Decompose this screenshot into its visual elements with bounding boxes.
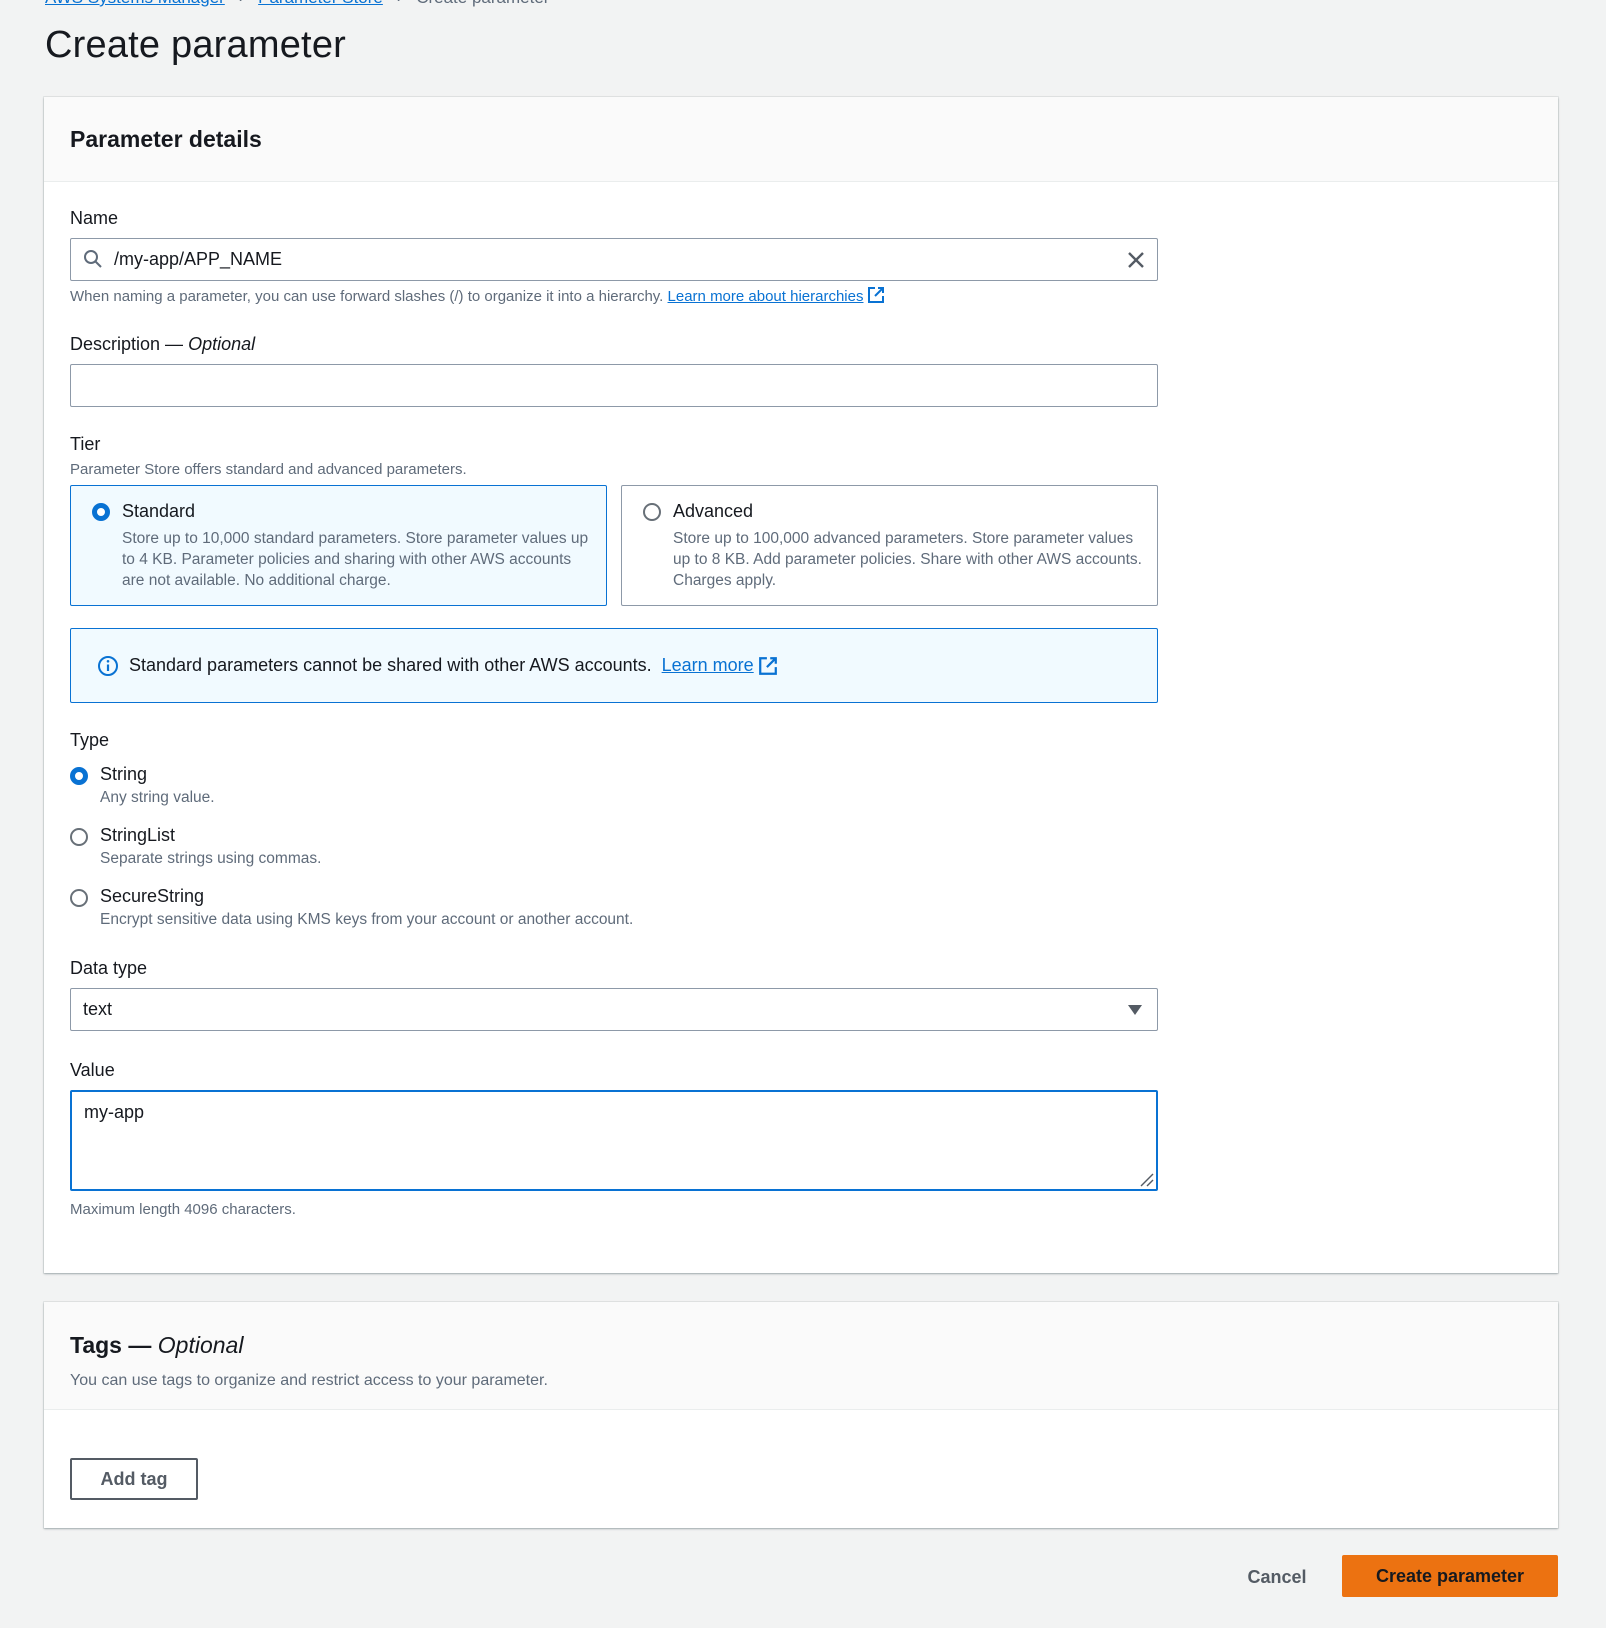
tags-optional-text: Optional (157, 1332, 244, 1358)
info-icon (98, 655, 118, 676)
cancel-button[interactable]: Cancel (1232, 1556, 1322, 1598)
type-label: Type (70, 730, 110, 750)
name-hint: When naming a parameter, you can use for… (70, 286, 885, 305)
type-securestring-desc: Encrypt sensitive data using KMS keys fr… (100, 911, 634, 928)
name-input[interactable]: /my-app/APP_NAME (70, 238, 1158, 281)
tier-tile-advanced[interactable]: Advanced Store up to 100,000 advanced pa… (621, 485, 1158, 606)
tier-advanced-title: Advanced (673, 501, 754, 521)
breadcrumb: AWS Systems Manager › Parameter Store › … (45, 0, 549, 8)
external-link-icon (758, 656, 777, 675)
radio-securestring[interactable] (70, 889, 88, 907)
tags-title-text: Tags (70, 1332, 122, 1358)
add-tag-button[interactable]: Add tag (70, 1458, 198, 1500)
tags-panel-header: Tags — Optional You can use tags to orga… (44, 1302, 1558, 1410)
type-stringlist-label: StringList (100, 825, 176, 845)
type-string-label: String (100, 764, 148, 784)
radio-advanced[interactable] (643, 503, 661, 521)
radio-stringlist[interactable] (70, 828, 88, 846)
description-label-text: Description (70, 334, 161, 354)
panel-header: Parameter details (44, 97, 1558, 182)
chevron-right-icon: › (397, 0, 402, 7)
learn-more-hierarchies-link[interactable]: Learn more about hierarchies (668, 288, 864, 305)
tier-tiles: Standard Store up to 10,000 standard par… (70, 485, 1158, 606)
description-label: Description — Optional (70, 334, 256, 354)
radio-string[interactable] (70, 767, 88, 785)
search-icon (84, 250, 102, 268)
data-type-select[interactable]: text (70, 988, 1158, 1031)
info-alert-text: Standard parameters cannot be shared wit… (129, 655, 652, 675)
tags-title: Tags — Optional (70, 1332, 244, 1358)
value-label: Value (70, 1060, 115, 1080)
tier-tile-standard[interactable]: Standard Store up to 10,000 standard par… (70, 485, 607, 606)
close-icon[interactable] (1125, 249, 1147, 271)
name-hint-text: When naming a parameter, you can use for… (70, 288, 664, 305)
tags-panel: Tags — Optional You can use tags to orga… (44, 1302, 1558, 1528)
learn-more-link[interactable]: Learn more (662, 655, 754, 676)
value-textarea[interactable]: my-app (70, 1090, 1158, 1191)
value-hint: Maximum length 4096 characters. (70, 1201, 296, 1218)
tier-standard-title: Standard (122, 501, 196, 521)
panel-title: Parameter details (70, 125, 262, 152)
tags-desc: You can use tags to organize and restric… (70, 1372, 548, 1389)
parameter-details-panel: Parameter details Name /my-app/APP_NAME … (44, 97, 1558, 1273)
breadcrumb-parameter-store[interactable]: Parameter Store (258, 0, 383, 8)
optional-text: Optional (188, 334, 256, 354)
page-title: Create parameter (45, 24, 347, 66)
chevron-right-icon: › (239, 0, 244, 7)
type-string-desc: Any string value. (100, 789, 215, 806)
create-parameter-button[interactable]: Create parameter (1342, 1555, 1558, 1597)
tier-label: Tier (70, 434, 101, 454)
external-link-icon (868, 287, 885, 303)
name-input-value: /my-app/APP_NAME (114, 249, 283, 269)
data-type-value: text (83, 999, 113, 1019)
value-textarea-text: my-app (84, 1102, 145, 1122)
type-securestring-label: SecureString (100, 886, 205, 906)
radio-standard[interactable] (92, 503, 110, 521)
tier-hint: Parameter Store offers standard and adva… (70, 461, 467, 478)
name-label: Name (70, 208, 119, 228)
tier-standard-desc: Store up to 10,000 standard parameters. … (122, 530, 589, 589)
tier-advanced-desc: Store up to 100,000 advanced parameters.… (673, 530, 1142, 589)
data-type-label: Data type (70, 958, 148, 978)
description-input[interactable] (70, 364, 1158, 407)
breadcrumb-systems-manager[interactable]: AWS Systems Manager (45, 0, 225, 8)
type-stringlist-desc: Separate strings using commas. (100, 850, 322, 867)
info-alert: Standard parameters cannot be shared wit… (70, 628, 1158, 703)
breadcrumb-current: Create parameter (416, 0, 549, 8)
resize-handle-icon[interactable] (1138, 1171, 1154, 1187)
caret-down-icon (1128, 1005, 1142, 1015)
